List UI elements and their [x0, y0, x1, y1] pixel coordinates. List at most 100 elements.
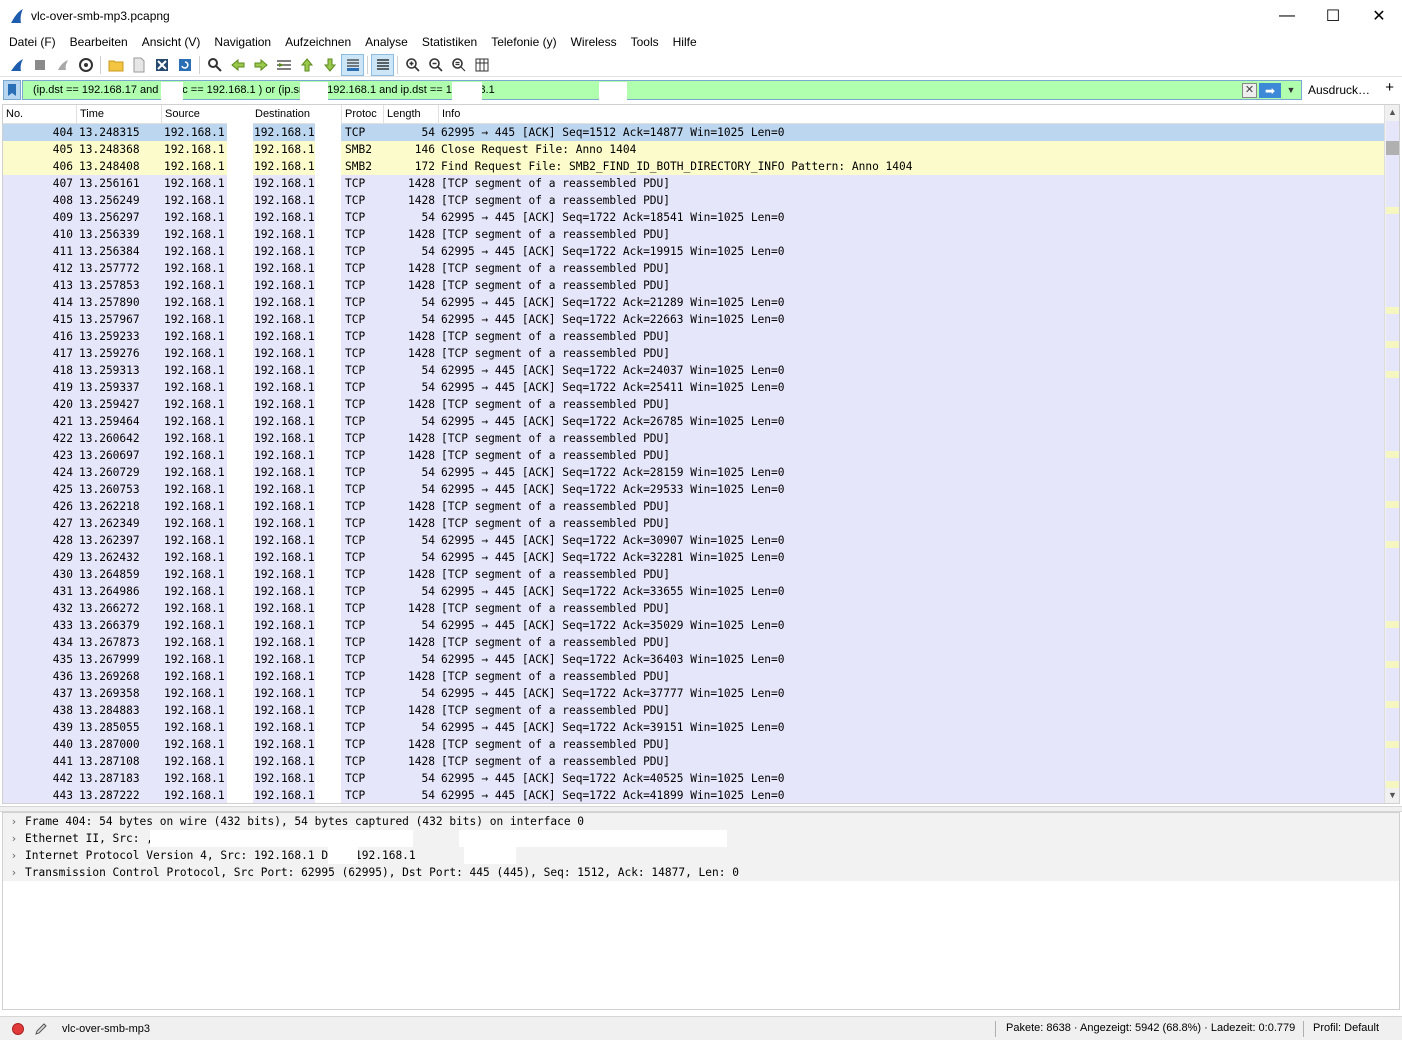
- packet-row[interactable]: 426 13.262218 192.168.1 192.168.1 TCP 1428 [TC…: [3, 498, 1385, 515]
- filter-expression-button[interactable]: Ausdruck…: [1308, 83, 1370, 97]
- detail-ethernet[interactable]: › Ethernet II, Src: , Dst:: [3, 830, 1399, 847]
- menu-hilfe[interactable]: Hilfe: [666, 32, 704, 52]
- packet-row[interactable]: 414 13.257890 192.168.1 192.168.1 TCP 54 62995…: [3, 294, 1385, 311]
- display-filter-input[interactable]: (ip.dst == 192.168.17 and ip.src == 192.…: [22, 80, 1302, 100]
- menu-telefonie[interactable]: Telefonie (y): [484, 32, 563, 52]
- packet-row[interactable]: 436 13.269268 192.168.1 192.168.1 TCP 1428 [TC…: [3, 668, 1385, 685]
- packet-row[interactable]: 420 13.259427 192.168.1 192.168.1 TCP 1428 [TC…: [3, 396, 1385, 413]
- close-file-button[interactable]: [150, 54, 173, 76]
- detail-tcp[interactable]: › Transmission Control Protocol, Src Por…: [3, 864, 1399, 881]
- column-protocol[interactable]: Protoc: [342, 105, 384, 124]
- packet-row[interactable]: 408 13.256249 192.168.1 192.168.1 TCP 1428 [TC…: [3, 192, 1385, 209]
- find-packet-button[interactable]: [203, 54, 226, 76]
- restart-capture-button[interactable]: [51, 54, 74, 76]
- open-file-button[interactable]: [104, 54, 127, 76]
- chevron-right-icon[interactable]: ›: [3, 849, 25, 862]
- packet-row[interactable]: 443 13.287222 192.168.1 192.168.1 TCP 54 62995…: [3, 787, 1385, 803]
- packet-row[interactable]: 428 13.262397 192.168.1 192.168.1 TCP 54 62995…: [3, 532, 1385, 549]
- menu-ansicht[interactable]: Ansicht (V): [135, 32, 208, 52]
- packet-row[interactable]: 440 13.287000 192.168.1 192.168.1 TCP 1428 [TC…: [3, 736, 1385, 753]
- packet-row[interactable]: 404 13.248315 192.168.1 192.168.1 TCP 54 62995…: [3, 124, 1385, 141]
- packet-list-scrollbar[interactable]: ▲ ▼: [1384, 105, 1399, 803]
- go-first-packet-button[interactable]: [295, 54, 318, 76]
- autoscroll-button[interactable]: [341, 53, 364, 76]
- packet-row[interactable]: 430 13.264859 192.168.1 192.168.1 TCP 1428 [TC…: [3, 566, 1385, 583]
- packet-list[interactable]: No. Time Source Destination Protoc Lengt…: [2, 104, 1400, 804]
- scrollbar-thumb[interactable]: [1386, 141, 1399, 155]
- packet-row[interactable]: 410 13.256339 192.168.1 192.168.1 TCP 1428 [TC…: [3, 226, 1385, 243]
- menu-datei[interactable]: Datei (F): [2, 32, 63, 52]
- menu-statistiken[interactable]: Statistiken: [415, 32, 484, 52]
- colorize-button[interactable]: [371, 53, 394, 76]
- packet-row[interactable]: 425 13.260753 192.168.1 192.168.1 TCP 54 62995…: [3, 481, 1385, 498]
- packet-row[interactable]: 427 13.262349 192.168.1 192.168.1 TCP 1428 [TC…: [3, 515, 1385, 532]
- packet-row[interactable]: 441 13.287108 192.168.1 192.168.1 TCP 1428 [TC…: [3, 753, 1385, 770]
- packet-row[interactable]: 409 13.256297 192.168.1 192.168.1 TCP 54 62995…: [3, 209, 1385, 226]
- packet-row[interactable]: 419 13.259337 192.168.1 192.168.1 TCP 54 62995…: [3, 379, 1385, 396]
- detail-ipv4[interactable]: › Internet Protocol Version 4, Src: 192.…: [3, 847, 1399, 864]
- save-file-button[interactable]: [127, 54, 150, 76]
- packet-row[interactable]: 405 13.248368 192.168.1 192.168.1 SMB2 146 Clo…: [3, 141, 1385, 158]
- packet-row[interactable]: 416 13.259233 192.168.1 192.168.1 TCP 1428 [TC…: [3, 328, 1385, 345]
- edit-comment-icon[interactable]: [34, 1022, 48, 1036]
- packet-row[interactable]: 415 13.257967 192.168.1 192.168.1 TCP 54 62995…: [3, 311, 1385, 328]
- packet-row[interactable]: 411 13.256384 192.168.1 192.168.1 TCP 54 62995…: [3, 243, 1385, 260]
- capture-options-button[interactable]: [74, 54, 97, 76]
- go-forward-button[interactable]: [249, 54, 272, 76]
- packet-row[interactable]: 438 13.284883 192.168.1 192.168.1 TCP 1428 [TC…: [3, 702, 1385, 719]
- packet-row[interactable]: 429 13.262432 192.168.1 192.168.1 TCP 54 62995…: [3, 549, 1385, 566]
- filter-clear-button[interactable]: ✕: [1242, 83, 1257, 98]
- go-to-packet-button[interactable]: [272, 54, 295, 76]
- packet-row[interactable]: 435 13.267999 192.168.1 192.168.1 TCP 54 62995…: [3, 651, 1385, 668]
- packet-row[interactable]: 431 13.264986 192.168.1 192.168.1 TCP 54 62995…: [3, 583, 1385, 600]
- menu-navigation[interactable]: Navigation: [207, 32, 278, 52]
- packet-row[interactable]: 437 13.269358 192.168.1 192.168.1 TCP 54 62995…: [3, 685, 1385, 702]
- packet-row[interactable]: 442 13.287183 192.168.1 192.168.1 TCP 54 62995…: [3, 770, 1385, 787]
- zoom-out-button[interactable]: [424, 54, 447, 76]
- zoom-in-button[interactable]: [401, 54, 424, 76]
- packet-row[interactable]: 412 13.257772 192.168.1 192.168.1 TCP 1428 [TC…: [3, 260, 1385, 277]
- chevron-right-icon[interactable]: ›: [3, 815, 25, 828]
- packet-row[interactable]: 432 13.266272 192.168.1 192.168.1 TCP 1428 [TC…: [3, 600, 1385, 617]
- column-time[interactable]: Time: [77, 105, 162, 124]
- filter-history-dropdown[interactable]: ▼: [1283, 82, 1299, 98]
- packet-row[interactable]: 406 13.248408 192.168.1 192.168.1 SMB2 172 Fin…: [3, 158, 1385, 175]
- packet-row[interactable]: 433 13.266379 192.168.1 192.168.1 TCP 54 62995…: [3, 617, 1385, 634]
- resize-columns-button[interactable]: [470, 54, 493, 76]
- go-last-packet-button[interactable]: [318, 54, 341, 76]
- filter-bookmark-button[interactable]: [3, 80, 21, 100]
- column-info[interactable]: Info: [439, 105, 1385, 124]
- close-button[interactable]: ✕: [1356, 0, 1402, 31]
- reload-file-button[interactable]: [173, 54, 196, 76]
- menu-bearbeiten[interactable]: Bearbeiten: [63, 32, 135, 52]
- packet-details[interactable]: › Frame 404: 54 bytes on wire (432 bits)…: [2, 812, 1400, 1010]
- scroll-down-arrow-icon[interactable]: ▼: [1385, 788, 1399, 803]
- packet-row[interactable]: 407 13.256161 192.168.1 192.168.1 TCP 1428 [TC…: [3, 175, 1385, 192]
- scroll-up-arrow-icon[interactable]: ▲: [1385, 105, 1399, 120]
- menu-analyse[interactable]: Analyse: [358, 32, 415, 52]
- packet-row[interactable]: 413 13.257853 192.168.1 192.168.1 TCP 1428 [TC…: [3, 277, 1385, 294]
- chevron-right-icon[interactable]: ›: [3, 832, 25, 845]
- maximize-button[interactable]: ☐: [1310, 0, 1356, 31]
- minimize-button[interactable]: —: [1264, 0, 1310, 31]
- start-capture-button[interactable]: [5, 54, 28, 76]
- stop-capture-button[interactable]: [28, 54, 51, 76]
- column-no[interactable]: No.: [3, 105, 77, 124]
- column-length[interactable]: Length: [384, 105, 439, 124]
- packet-row[interactable]: 439 13.285055 192.168.1 192.168.1 TCP 54 62995…: [3, 719, 1385, 736]
- packet-row[interactable]: 421 13.259464 192.168.1 192.168.1 TCP 54 62995…: [3, 413, 1385, 430]
- go-back-button[interactable]: [226, 54, 249, 76]
- expert-info-indicator[interactable]: [12, 1022, 24, 1035]
- detail-frame[interactable]: › Frame 404: 54 bytes on wire (432 bits)…: [3, 813, 1399, 830]
- packet-row[interactable]: 417 13.259276 192.168.1 192.168.1 TCP 1428 [TC…: [3, 345, 1385, 362]
- filter-apply-button[interactable]: ➡: [1259, 83, 1281, 98]
- menu-wireless[interactable]: Wireless: [564, 32, 624, 52]
- status-profile[interactable]: Profil: Default: [1313, 1022, 1379, 1034]
- packet-row[interactable]: 434 13.267873 192.168.1 192.168.1 TCP 1428 [TC…: [3, 634, 1385, 651]
- packet-row[interactable]: 422 13.260642 192.168.1 192.168.1 TCP 1428 [TC…: [3, 430, 1385, 447]
- add-filter-button[interactable]: +: [1385, 79, 1394, 96]
- packet-row[interactable]: 424 13.260729 192.168.1 192.168.1 TCP 54 62995…: [3, 464, 1385, 481]
- packet-row[interactable]: 423 13.260697 192.168.1 192.168.1 TCP 1428 [TC…: [3, 447, 1385, 464]
- packet-row[interactable]: 418 13.259313 192.168.1 192.168.1 TCP 54 62995…: [3, 362, 1385, 379]
- menu-aufzeichnen[interactable]: Aufzeichnen: [278, 32, 358, 52]
